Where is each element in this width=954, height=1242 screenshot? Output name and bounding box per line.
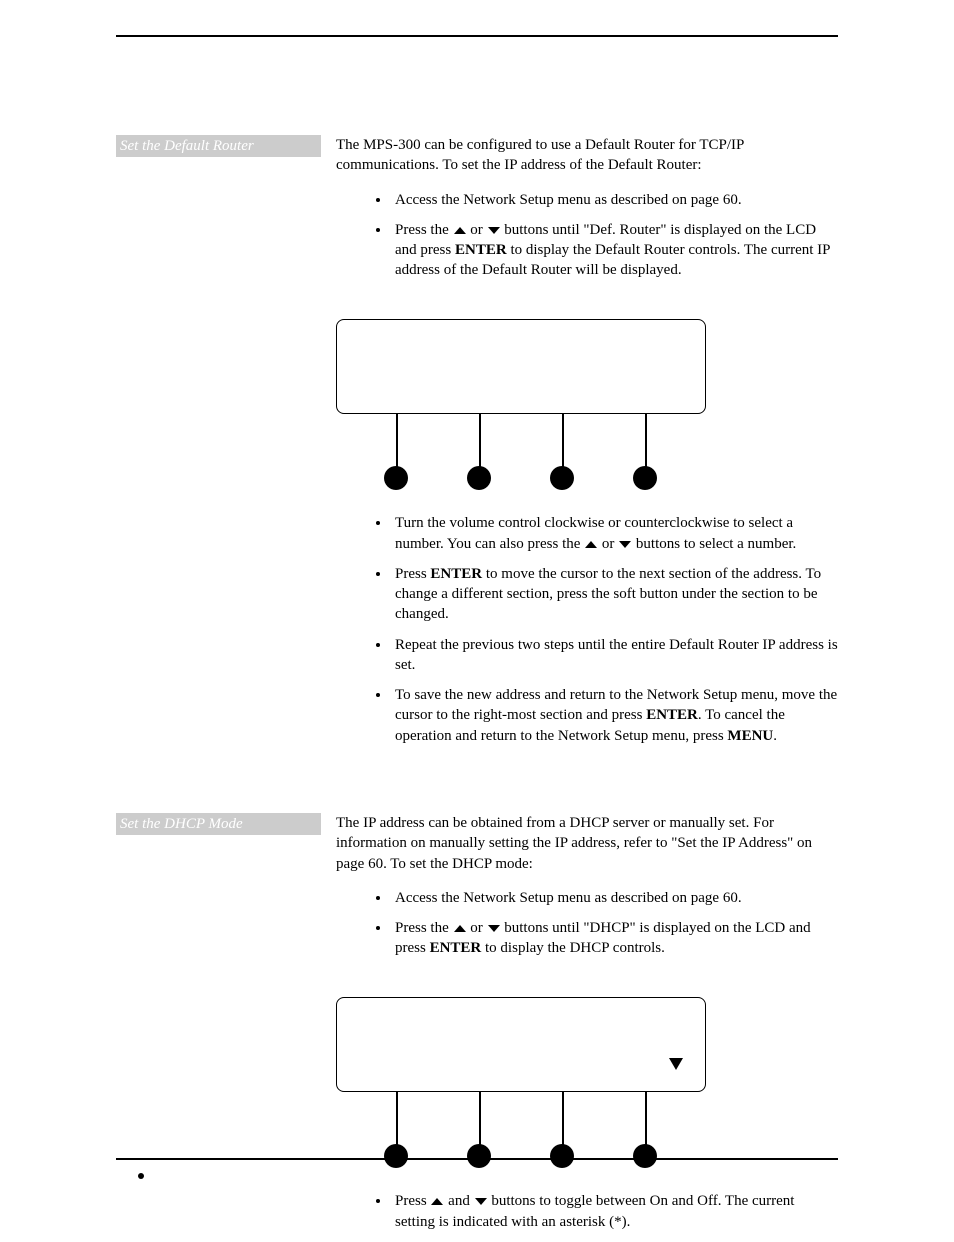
arrow-up-icon <box>454 925 466 932</box>
list-item: Press and buttons to toggle between On a… <box>391 1191 838 1232</box>
list-item: Press the or buttons until "DHCP" is dis… <box>391 918 838 959</box>
bullet-list-1: Access the Network Setup menu as describ… <box>336 190 838 281</box>
diagram-stem <box>645 414 647 468</box>
footer-title: Multimedia Presentation System 300: MPS-… <box>152 1166 420 1185</box>
diagram-stem <box>479 414 481 468</box>
lcd-line-1: DHCP <box>337 1012 705 1040</box>
arrow-down-icon <box>619 541 631 548</box>
bullet-icon <box>138 1173 144 1179</box>
soft-button-icon <box>467 466 491 490</box>
arrow-down-icon <box>475 1198 487 1205</box>
list-item: Repeat the previous two steps until the … <box>391 635 838 676</box>
soft-button-icon <box>633 466 657 490</box>
lcd-diagram-default-router: Def. Router 192.168.000.001 <box>336 319 706 499</box>
arrow-down-icon <box>488 925 500 932</box>
list-item: Access the Network Setup menu as describ… <box>391 888 838 908</box>
list-item: Access the Network Setup menu as describ… <box>391 190 838 210</box>
bullet-list-3: Access the Network Setup menu as describ… <box>336 888 838 959</box>
list-item: Press ENTER to move the cursor to the ne… <box>391 564 838 625</box>
lcd-screen: DHCP On *Off <box>336 997 706 1092</box>
section-default-router: The MPS-300 can be configured to use a D… <box>336 135 838 756</box>
diagram-stem <box>562 1092 564 1146</box>
footer-rule <box>116 1158 838 1160</box>
diagram-caption: Network Setup — Default Router <box>336 301 838 320</box>
bullet-list-2: Turn the volume control clockwise or cou… <box>336 513 838 746</box>
arrow-up-icon <box>585 541 597 548</box>
diagram-stem <box>479 1092 481 1146</box>
diagram-stem <box>396 414 398 468</box>
lcd-line-2: On *Off <box>337 1049 705 1077</box>
intro-para: The MPS-300 can be configured to use a D… <box>336 135 838 176</box>
sidebar-heading-default-router: Set the Default Router <box>116 135 321 157</box>
footer-left: 62 Multimedia Presentation System 300: M… <box>116 1166 420 1185</box>
sidebar-heading-dhcp: Set the DHCP Mode <box>116 813 321 835</box>
soft-button-icon <box>384 466 408 490</box>
lcd-screen: Def. Router 192.168.000.001 <box>336 319 706 414</box>
page-footer: 62 Multimedia Presentation System 300: M… <box>116 1158 838 1185</box>
down-arrow-icon <box>669 1058 683 1070</box>
soft-button-icon <box>550 466 574 490</box>
footer-right: Operations Guide — DOC. 6529 <box>653 1166 838 1185</box>
lcd-line-1: Def. Router <box>337 334 705 362</box>
intro-para: The IP address can be obtained from a DH… <box>336 813 838 874</box>
list-item: Press the or buttons until "Def. Router"… <box>391 220 838 281</box>
diagram-stem <box>396 1092 398 1146</box>
arrow-down-icon <box>488 227 500 234</box>
list-item: To save the new address and return to th… <box>391 685 838 746</box>
diagram-stem <box>645 1092 647 1146</box>
diagram-caption: Network Setup — DHCP Controls <box>336 979 838 998</box>
lcd-line-2: 192.168.000.001 <box>337 371 705 399</box>
lcd-diagram-dhcp: DHCP On *Off <box>336 997 706 1177</box>
diagram-stem <box>562 414 564 468</box>
header-right: Multimedia Presentation System 300 <box>631 47 838 66</box>
page-number: 62 <box>116 1166 130 1185</box>
header-left: Crestron MPS-300 <box>116 47 221 66</box>
arrow-up-icon <box>431 1198 443 1205</box>
running-header: Crestron MPS-300 Multimedia Presentation… <box>116 47 838 66</box>
list-item: Turn the volume control clockwise or cou… <box>391 513 838 554</box>
bullet-list-4: Press and buttons to toggle between On a… <box>336 1191 838 1232</box>
page-container: Crestron MPS-300 Multimedia Presentation… <box>116 35 838 1185</box>
header-rule <box>116 35 838 37</box>
arrow-up-icon <box>454 227 466 234</box>
